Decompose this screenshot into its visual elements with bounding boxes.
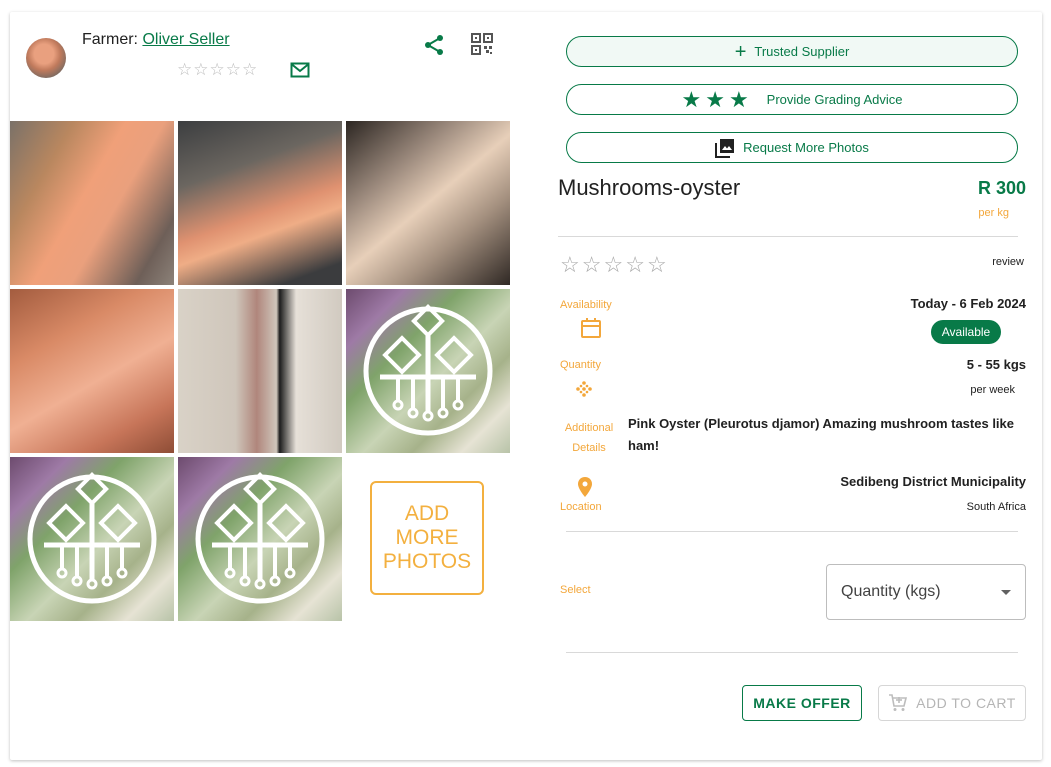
farmer-avatar[interactable] [26,38,66,78]
request-photos-button[interactable]: Request More Photos [566,132,1018,163]
product-photo-1[interactable] [10,121,174,285]
status-badge: Available [931,320,1001,344]
add-to-cart-button[interactable]: ADD TO CART [878,685,1026,721]
location-pin-icon [578,477,592,497]
grading-advice-button[interactable]: ★ ★ ★ Provide Grading Advice [566,84,1018,115]
seller-star-3: ☆ [209,60,225,79]
grain-icon [576,381,592,397]
product-price: R 300 [977,178,1026,198]
price-unit: per kg [978,207,1009,219]
photo-library-icon [715,138,735,158]
farmer-line: Farmer: Oliver Seller [82,31,230,49]
add-cart-icon [889,694,908,711]
seller-star-2: ☆ [193,60,209,79]
request-photos-label: Request More Photos [743,140,869,155]
product-photo-2[interactable] [178,121,342,285]
grading-advice-label: Provide Grading Advice [766,92,903,107]
review-star-3[interactable]: ☆ [603,254,623,276]
availability-dates: Today - 6 Feb 2024 [910,296,1026,311]
trusted-supplier-label: Trusted Supplier [754,44,850,59]
product-details: Pink Oyster (Pleurotus djamor) Amazing m… [628,416,1015,453]
dropdown-arrow-icon [1001,589,1011,595]
placeholder-photo[interactable] [346,289,510,453]
brand-logo-icon [195,472,325,604]
make-offer-button[interactable]: MAKE OFFER [742,685,862,721]
location-country: South Africa [966,501,1026,513]
grading-stars-icon: ★ ★ ★ [681,86,749,112]
review-label[interactable]: review [992,256,1024,268]
add-to-cart-label: ADD TO CART [916,695,1016,711]
divider [566,531,1018,532]
placeholder-photo[interactable] [10,457,174,621]
brand-logo-icon [27,472,157,604]
product-photo-3[interactable] [346,121,510,285]
product-title: Mushrooms-oyster [558,175,741,200]
review-rating[interactable]: ☆ ☆ ☆ ☆ ☆ [560,254,667,276]
farmer-label: Farmer: [82,31,138,48]
trusted-supplier-button[interactable]: + Trusted Supplier [566,36,1018,67]
quantity-period: per week [970,384,1015,396]
brand-logo-icon [363,304,493,436]
quantity-label: Quantity [560,359,601,371]
seller-star-4: ☆ [225,60,241,79]
divider [566,652,1018,653]
review-star-1[interactable]: ☆ [560,254,580,276]
add-more-photos-button[interactable]: ADD MORE PHOTOS [370,481,484,595]
divider [558,236,1018,237]
quantity-select-placeholder: Quantity (kgs) [841,583,941,600]
plus-icon: + [734,40,747,63]
seller-star-5: ☆ [242,60,258,79]
seller-star-1: ☆ [177,60,193,79]
review-star-2[interactable]: ☆ [582,254,602,276]
quantity-range: 5 - 55 kgs [966,357,1026,372]
add-more-photos-label: ADD MORE PHOTOS [382,502,472,573]
select-label: Select [560,584,591,596]
placeholder-photo[interactable] [178,457,342,621]
review-star-4[interactable]: ☆ [625,254,645,276]
share-icon[interactable] [422,33,446,57]
seller-rating: ☆ ☆ ☆ ☆ ☆ [177,60,257,80]
location-area: Sedibeng District Municipality [840,474,1026,489]
availability-label: Availability [560,299,612,311]
review-star-5[interactable]: ☆ [647,254,667,276]
additional-details-label: Additional Details [564,422,614,454]
product-photo-5[interactable] [178,289,342,453]
farmer-name-link[interactable]: Oliver Seller [142,31,229,48]
mail-icon[interactable] [290,62,310,78]
quantity-select[interactable]: Quantity (kgs) [826,564,1026,620]
location-label: Location [560,501,602,513]
qr-code-icon[interactable] [471,33,493,55]
calendar-icon [581,318,601,338]
product-photo-4[interactable] [10,289,174,453]
